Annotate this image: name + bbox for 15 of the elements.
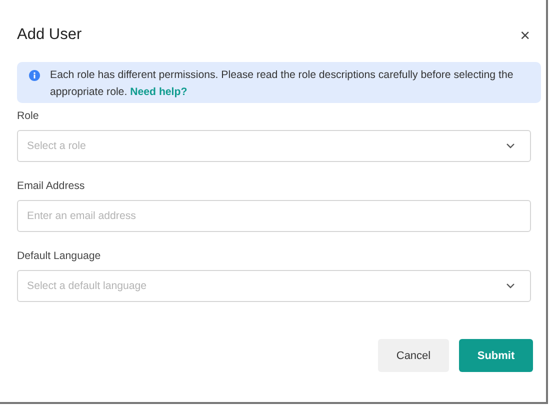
input-field[interactable]: Enter an email address <box>17 200 531 232</box>
select-field[interactable]: Select a role <box>17 130 531 162</box>
field-label: Default Language <box>17 250 102 264</box>
info-icon <box>29 70 40 81</box>
cancel-button[interactable]: Cancel <box>378 339 449 372</box>
dialog-title: Add User <box>17 26 82 44</box>
close-button[interactable]: × <box>514 26 536 44</box>
info-message: Each role has different permissions. Please read the role descriptions carefully before selecting the appropriate role. Need help? <box>50 68 514 97</box>
submit-button[interactable]: Submit <box>459 339 533 372</box>
field-label: Role <box>17 110 40 124</box>
field-label: Email Address <box>17 180 86 194</box>
select-field[interactable]: Select a default language <box>17 270 531 302</box>
chevron-down-icon <box>506 283 515 289</box>
help-link[interactable]: Need help? <box>130 86 188 98</box>
chevron-down-icon <box>506 143 515 149</box>
